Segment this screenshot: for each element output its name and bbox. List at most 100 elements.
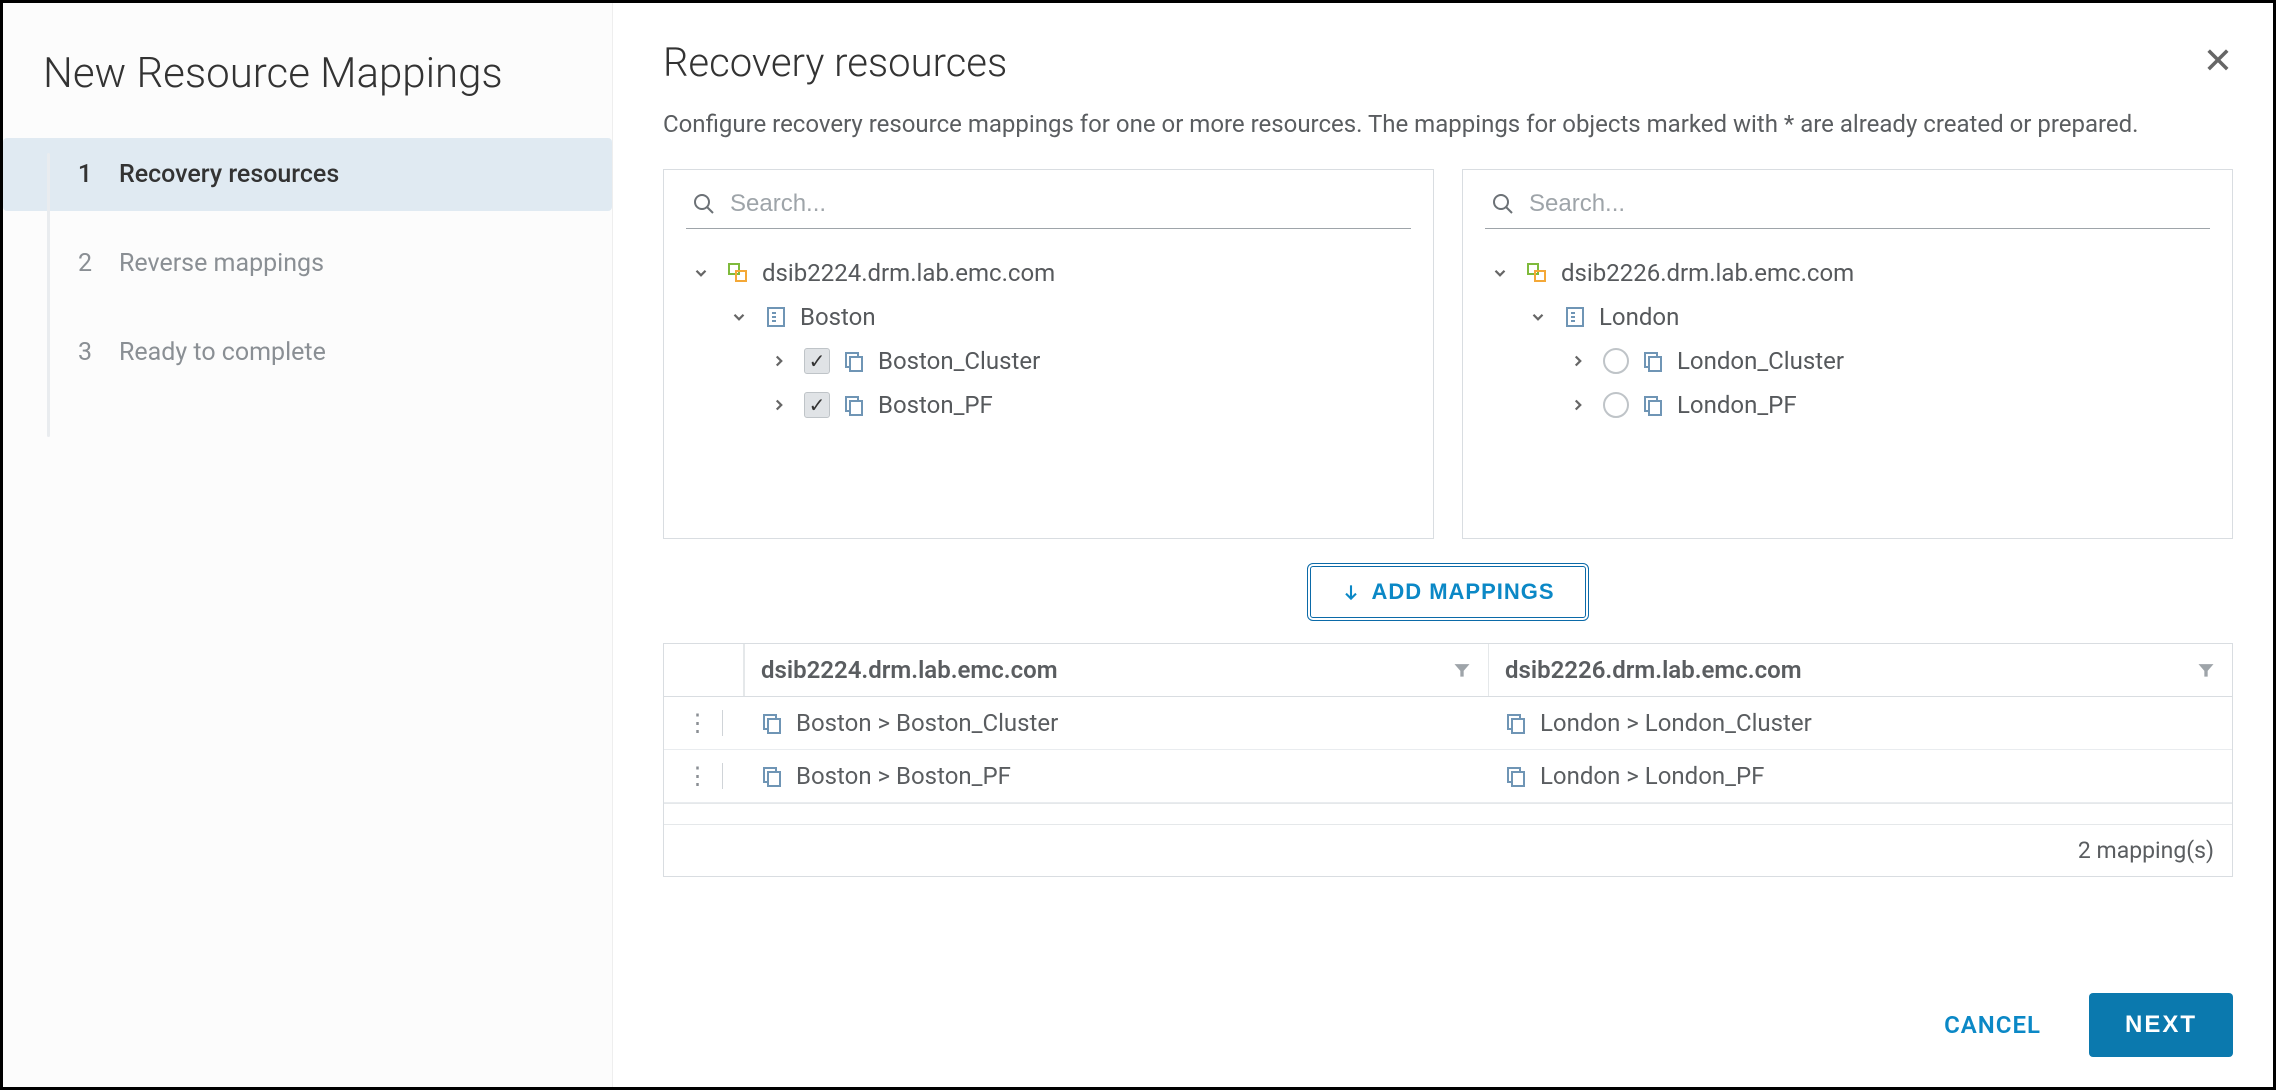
target-tree: dsib2226.drm.lab.emc.com London [1485,251,2210,427]
close-icon[interactable]: ✕ [2203,43,2233,79]
table-footer: 2 mapping(s) [664,825,2232,876]
row-actions-handle[interactable]: ⋮ [664,699,744,747]
table-row[interactable]: ⋮ Boston > Boston_PF London > London_PF [664,750,2232,803]
tree-label: dsib2226.drm.lab.emc.com [1561,259,1854,287]
filter-icon[interactable] [2196,660,2216,680]
cell-text: London > London_Cluster [1540,709,1812,737]
table-cell-source: Boston > Boston_Cluster [744,697,1488,749]
cell-text: Boston > Boston_Cluster [796,709,1058,737]
wizard-title: New Resource Mappings [3,39,612,138]
cluster-checkbox[interactable]: ✓ [804,348,830,374]
table-cell-source: Boston > Boston_PF [744,750,1488,802]
table-cell-target: London > London_Cluster [1488,697,2232,749]
chevron-down-icon[interactable] [730,308,752,326]
row-actions-handle[interactable]: ⋮ [664,752,744,800]
kebab-icon: ⋮ [686,709,710,737]
search-icon [692,192,716,216]
resource-panels: dsib2224.drm.lab.emc.com Boston [663,169,2233,539]
tree-label: London [1599,303,1679,331]
tree-node-datacenter[interactable]: London [1485,295,2210,339]
tree-node-vcenter[interactable]: dsib2224.drm.lab.emc.com [686,251,1411,295]
wizard-step-recovery-resources[interactable]: 1 Recovery resources [3,138,612,211]
page-description: Configure recovery resource mappings for… [663,106,2183,143]
cluster-icon [1504,764,1528,788]
table-header-label: dsib2224.drm.lab.emc.com [761,656,1058,684]
table-header-row: dsib2224.drm.lab.emc.com dsib2226.drm.la… [664,644,2232,697]
chevron-right-icon[interactable] [770,352,792,370]
sidebar-step-track [47,153,50,437]
table-header-target[interactable]: dsib2226.drm.lab.emc.com [1488,644,2232,696]
table-spacer [664,803,2232,825]
cancel-button[interactable]: CANCEL [1926,995,2059,1055]
modal-new-resource-mappings: New Resource Mappings 1 Recovery resourc… [0,0,2276,1090]
arrow-down-icon [1341,582,1361,602]
table-row[interactable]: ⋮ Boston > Boston_Cluster London > Londo… [664,697,2232,750]
tree-label: Boston_PF [878,391,993,419]
cluster-icon [760,764,784,788]
datacenter-icon [764,305,788,329]
table-header-label: dsib2226.drm.lab.emc.com [1505,656,1802,684]
search-input[interactable] [1529,190,2204,218]
source-search[interactable] [686,188,1411,229]
tree-label: Boston [800,303,876,331]
tree-label: London_Cluster [1677,347,1844,375]
kebab-icon: ⋮ [686,762,710,790]
tree-node-vcenter[interactable]: dsib2226.drm.lab.emc.com [1485,251,2210,295]
tree-node-cluster[interactable]: London_PF [1485,383,2210,427]
cell-text: Boston > Boston_PF [796,762,1011,790]
add-mappings-button[interactable]: ADD MAPPINGS [1307,563,1588,621]
datacenter-icon [1563,305,1587,329]
tree-label: Boston_Cluster [878,347,1040,375]
chevron-right-icon[interactable] [770,396,792,414]
search-icon [1491,192,1515,216]
add-mappings-label: ADD MAPPINGS [1371,579,1554,605]
tree-node-datacenter[interactable]: Boston [686,295,1411,339]
cluster-checkbox[interactable]: ✓ [804,392,830,418]
cluster-icon [842,349,866,373]
cluster-radio[interactable] [1603,392,1629,418]
divider [722,763,723,789]
step-number: 3 [73,338,97,367]
mappings-table: dsib2224.drm.lab.emc.com dsib2226.drm.la… [663,643,2233,877]
wizard-content: ✕ Recovery resources Configure recovery … [613,3,2273,1087]
table-handle-column [664,644,744,696]
filter-icon[interactable] [1452,660,1472,680]
cluster-icon [1641,393,1665,417]
wizard-step-ready-to-complete[interactable]: 3 Ready to complete [3,316,612,389]
tree-node-cluster[interactable]: London_Cluster [1485,339,2210,383]
target-search[interactable] [1485,188,2210,229]
wizard-step-reverse-mappings[interactable]: 2 Reverse mappings [3,227,612,300]
table-cell-target: London > London_PF [1488,750,2232,802]
cell-text: London > London_PF [1540,762,1764,790]
chevron-down-icon[interactable] [1529,308,1551,326]
vcenter-icon [1525,261,1549,285]
chevron-down-icon[interactable] [692,264,714,282]
next-button[interactable]: NEXT [2089,993,2233,1057]
source-resources-panel: dsib2224.drm.lab.emc.com Boston [663,169,1434,539]
cluster-icon [1504,711,1528,735]
step-label: Recovery resources [119,160,339,189]
add-mappings-row: ADD MAPPINGS [663,539,2233,643]
cluster-icon [760,711,784,735]
table-header-source[interactable]: dsib2224.drm.lab.emc.com [744,644,1488,696]
source-tree: dsib2224.drm.lab.emc.com Boston [686,251,1411,427]
chevron-right-icon[interactable] [1569,352,1591,370]
tree-label: dsib2224.drm.lab.emc.com [762,259,1055,287]
chevron-down-icon[interactable] [1491,264,1513,282]
cluster-radio[interactable] [1603,348,1629,374]
tree-node-cluster[interactable]: ✓ Boston_Cluster [686,339,1411,383]
cluster-icon [1641,349,1665,373]
cluster-icon [842,393,866,417]
page-title: Recovery resources [663,39,2233,86]
step-label: Ready to complete [119,338,326,367]
chevron-right-icon[interactable] [1569,396,1591,414]
tree-label: London_PF [1677,391,1797,419]
tree-node-cluster[interactable]: ✓ Boston_PF [686,383,1411,427]
step-number: 1 [73,160,97,189]
search-input[interactable] [730,190,1405,218]
step-number: 2 [73,249,97,278]
wizard-sidebar: New Resource Mappings 1 Recovery resourc… [3,3,613,1087]
wizard-footer: CANCEL NEXT [663,947,2233,1057]
divider [722,710,723,736]
vcenter-icon [726,261,750,285]
